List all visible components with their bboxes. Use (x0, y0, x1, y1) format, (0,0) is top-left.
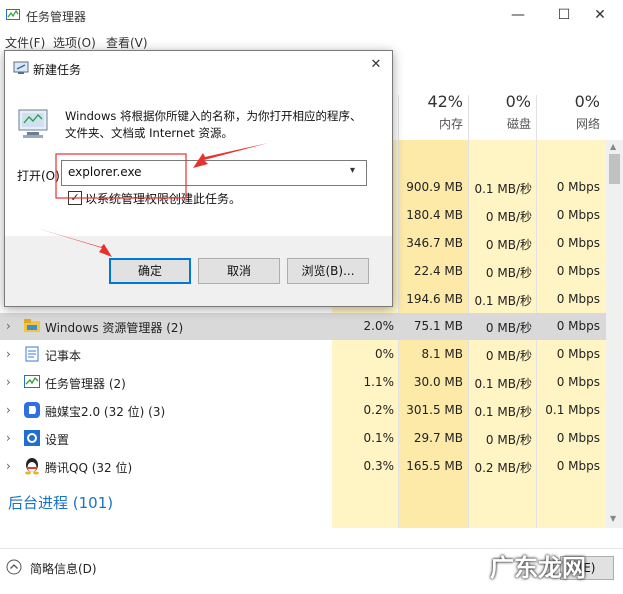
annotation-arrow-ok (36, 228, 112, 257)
annotation-layer (36, 143, 268, 257)
annotation-arrow-input (193, 143, 268, 168)
watermark-text: 广东龙网 (490, 553, 586, 582)
annotation-highlight-box (55, 153, 187, 199)
